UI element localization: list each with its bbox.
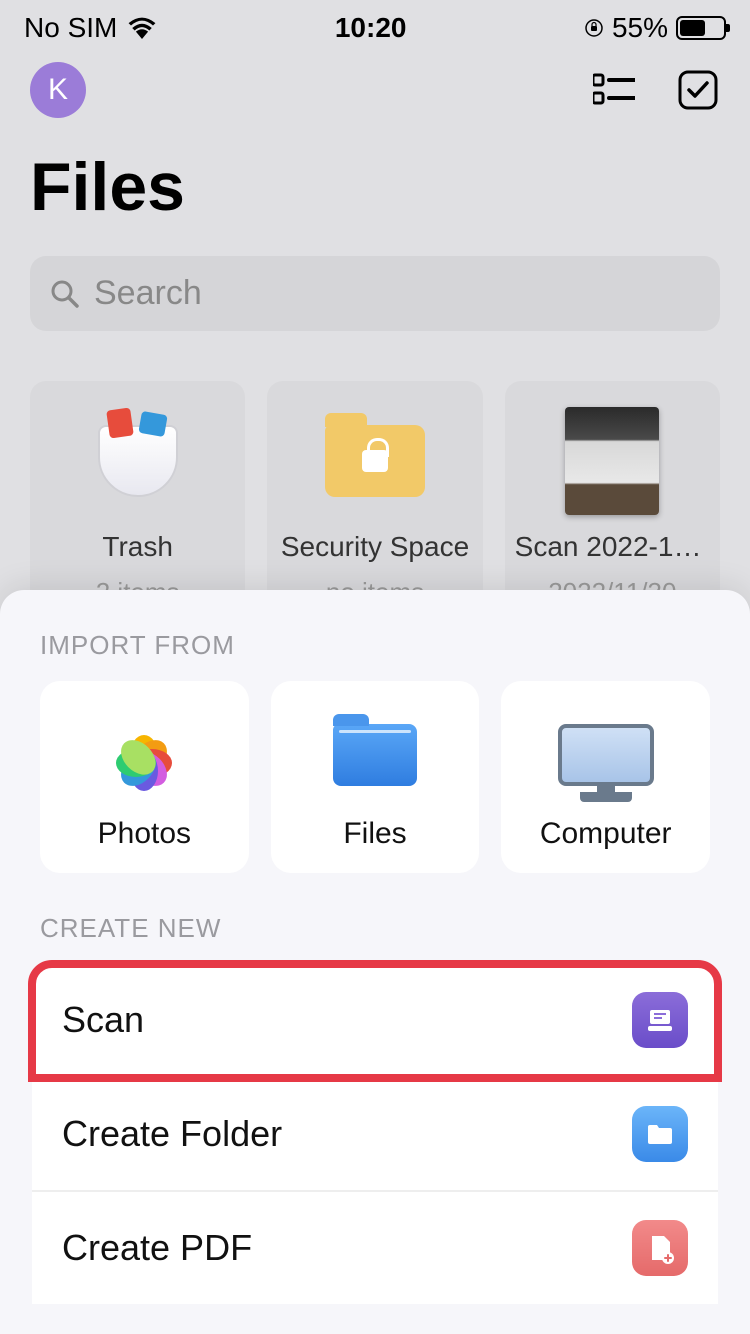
select-icon[interactable] xyxy=(676,68,720,112)
search-icon xyxy=(50,279,80,309)
carrier-text: No SIM xyxy=(24,12,117,44)
create-scan-button[interactable]: Scan xyxy=(32,964,718,1078)
search-input[interactable]: Search xyxy=(30,256,720,331)
clock-time: 10:20 xyxy=(335,12,407,44)
battery-text: 55% xyxy=(612,12,668,44)
trash-icon xyxy=(83,411,193,511)
import-computer-button[interactable]: Computer xyxy=(501,681,710,873)
list-view-icon[interactable] xyxy=(592,68,636,112)
status-bar: No SIM 10:20 55% xyxy=(0,0,750,52)
files-folder-icon xyxy=(325,709,425,801)
search-placeholder: Search xyxy=(94,274,202,313)
import-photos-button[interactable]: Photos xyxy=(40,681,249,873)
page-title: Files xyxy=(0,128,750,236)
create-folder-button[interactable]: Create Folder xyxy=(32,1078,718,1192)
avatar[interactable]: K xyxy=(30,62,86,118)
header-bar: K xyxy=(0,52,750,128)
folder-lock-icon xyxy=(320,411,430,511)
create-section-title: CREATE NEW xyxy=(0,913,750,964)
photos-flower-icon xyxy=(94,709,194,801)
import-section-title: IMPORT FROM xyxy=(0,630,750,681)
pdf-thumbnail-icon xyxy=(557,411,667,511)
import-files-button[interactable]: Files xyxy=(271,681,480,873)
battery-icon xyxy=(676,16,726,40)
pdf-document-icon xyxy=(632,1220,688,1276)
scanner-icon xyxy=(632,992,688,1048)
folder-icon xyxy=(632,1106,688,1162)
wifi-icon xyxy=(127,17,157,39)
create-pdf-button[interactable]: Create PDF xyxy=(32,1192,718,1304)
rotation-lock-icon xyxy=(584,18,604,38)
file-grid: Trash 2 items Security Space no items Sc… xyxy=(0,351,750,628)
computer-monitor-icon xyxy=(556,709,656,801)
action-sheet: IMPORT FROM Photos Files xyxy=(0,590,750,1334)
